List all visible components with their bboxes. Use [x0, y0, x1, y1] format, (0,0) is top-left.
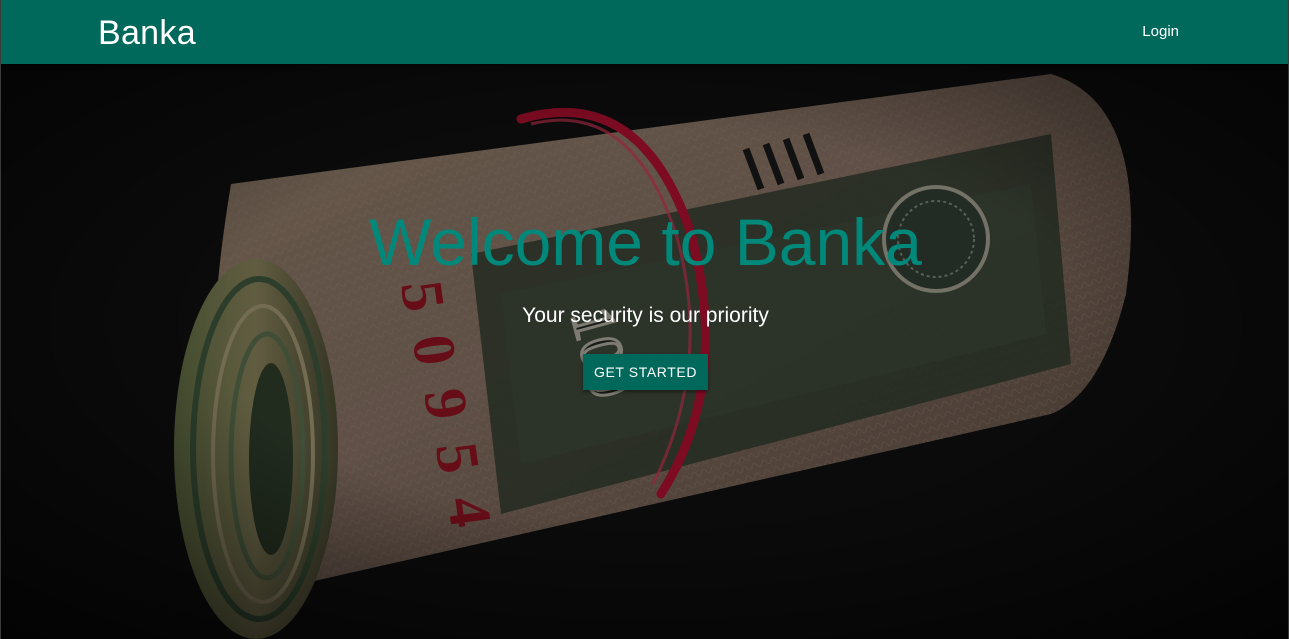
brand-logo-link[interactable]: Banka	[98, 13, 196, 53]
hero-subtitle: Your security is our priority	[522, 304, 769, 327]
hero-title: Welcome to Banka	[369, 205, 922, 279]
login-link[interactable]: Login	[1142, 22, 1179, 42]
hero-section: 5 0 9 5 4 100 Welcome to Banka	[1, 64, 1288, 639]
get-started-button[interactable]: GET STARTED	[583, 354, 708, 390]
landing-page: Banka Login Welcome to Banka Your securi…	[0, 0, 1289, 639]
top-navbar: Banka Login	[1, 0, 1288, 64]
rolled-banknote-image: 5 0 9 5 4 100	[1, 64, 1288, 639]
